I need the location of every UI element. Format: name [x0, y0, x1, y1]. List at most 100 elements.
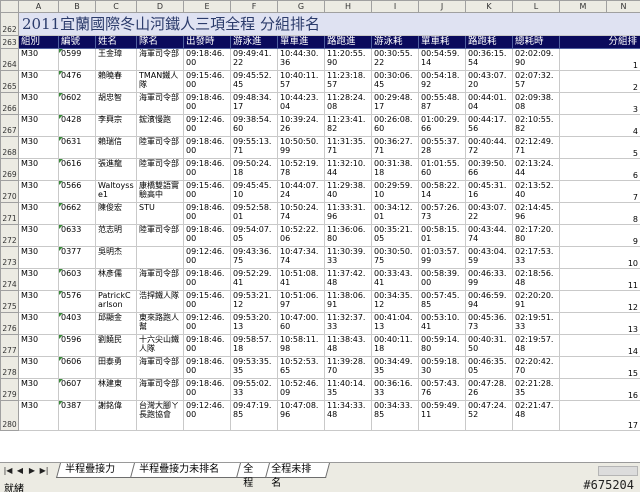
- table-cell[interactable]: 09:18:46.00: [183, 378, 231, 401]
- sheet-tab[interactable]: 半程疊接力未排名: [129, 463, 243, 478]
- table-cell[interactable]: 02:20:42.70: [512, 356, 560, 379]
- table-cell[interactable]: 15: [559, 356, 640, 379]
- table-cell[interactable]: 09:45:52.45: [230, 70, 278, 93]
- row-header[interactable]: 266: [0, 92, 19, 115]
- sheet-tab[interactable]: 半程疊接力: [55, 463, 137, 478]
- table-cell[interactable]: 02:02:09.90: [512, 48, 560, 71]
- table-cell[interactable]: 11:29:38.40: [324, 180, 372, 203]
- table-cell[interactable]: 10:47:00.60: [277, 312, 325, 335]
- table-cell[interactable]: 7: [559, 180, 640, 203]
- table-cell[interactable]: 09:53:35.35: [230, 356, 278, 379]
- table-cell[interactable]: 00:30:06.45: [371, 70, 419, 93]
- table-cell[interactable]: 01:03:57.99: [418, 246, 466, 269]
- row-header[interactable]: 271: [0, 202, 19, 225]
- table-cell[interactable]: M30: [18, 114, 59, 137]
- table-cell[interactable]: 10:52:19.78: [277, 158, 325, 181]
- table-cell[interactable]: 劉饒民: [95, 334, 137, 357]
- column-title-cell[interactable]: 出發時: [183, 35, 231, 49]
- table-cell[interactable]: 09:38:54.60: [230, 114, 278, 137]
- column-title-cell[interactable]: 路跑耗: [465, 35, 513, 49]
- table-cell[interactable]: 00:39:50.66: [465, 158, 513, 181]
- table-cell[interactable]: 00:45:31.16: [465, 180, 513, 203]
- table-cell[interactable]: 02:12:49.71: [512, 136, 560, 159]
- table-cell[interactable]: 02:20:20.91: [512, 290, 560, 313]
- table-cell[interactable]: 0566: [58, 180, 96, 203]
- table-cell[interactable]: 09:18:46.00: [183, 202, 231, 225]
- table-cell[interactable]: 10:50:50.99: [277, 136, 325, 159]
- table-cell[interactable]: 10:51:06.97: [277, 290, 325, 313]
- row-header[interactable]: 267: [0, 114, 19, 137]
- table-cell[interactable]: 00:59:14.80: [418, 334, 466, 357]
- column-title-cell[interactable]: 單車耗: [418, 35, 466, 49]
- table-cell[interactable]: 0599: [58, 48, 96, 71]
- table-cell[interactable]: 范志明: [95, 224, 137, 247]
- table-cell[interactable]: 11:38:06.91: [324, 290, 372, 313]
- table-cell[interactable]: 02:17:20.80: [512, 224, 560, 247]
- table-cell[interactable]: 00:54:18.92: [418, 70, 466, 93]
- table-cell[interactable]: 16: [559, 378, 640, 401]
- table-cell[interactable]: 邱顯金: [95, 312, 137, 335]
- table-cell[interactable]: TMAN鐵人隊: [136, 70, 184, 93]
- column-title-cell[interactable]: 隊名: [136, 35, 184, 49]
- table-cell[interactable]: 11:28:24.08: [324, 92, 372, 115]
- row-header[interactable]: 265: [0, 70, 19, 93]
- table-cell[interactable]: 海軍司令部: [136, 378, 184, 401]
- column-header-F[interactable]: F: [230, 0, 278, 13]
- table-cell[interactable]: 09:58:57.18: [230, 334, 278, 357]
- table-cell[interactable]: 陸軍司令部: [136, 158, 184, 181]
- column-header-M[interactable]: M: [559, 0, 607, 13]
- table-cell[interactable]: 00:57:43.76: [418, 378, 466, 401]
- table-cell[interactable]: 00:29:48.17: [371, 92, 419, 115]
- table-cell[interactable]: 00:55:48.87: [418, 92, 466, 115]
- table-cell[interactable]: 11:30:39.33: [324, 246, 372, 269]
- table-cell[interactable]: 13: [559, 312, 640, 335]
- table-cell[interactable]: M30: [18, 136, 59, 159]
- table-cell[interactable]: 01:00:29.66: [418, 114, 466, 137]
- prev-sheet-icon[interactable]: ◀: [15, 466, 25, 476]
- next-sheet-icon[interactable]: ▶: [27, 466, 37, 476]
- table-cell[interactable]: 09:18:46.00: [183, 334, 231, 357]
- row-header[interactable]: 268: [0, 136, 19, 159]
- table-cell[interactable]: 09:45:45.10: [230, 180, 278, 203]
- row-header[interactable]: 264: [0, 48, 19, 71]
- table-cell[interactable]: 陸軍司令部: [136, 224, 184, 247]
- table-cell[interactable]: 00:26:08.60: [371, 114, 419, 137]
- sheet-tab[interactable]: 全程未排名: [263, 463, 331, 489]
- table-cell[interactable]: 09:18:46.00: [183, 224, 231, 247]
- table-cell[interactable]: 10:50:24.74: [277, 202, 325, 225]
- table-cell[interactable]: 0377: [58, 246, 96, 269]
- table-cell[interactable]: 00:34:35.12: [371, 290, 419, 313]
- table-cell[interactable]: M30: [18, 246, 59, 269]
- table-cell[interactable]: 00:44:17.56: [465, 114, 513, 137]
- table-cell[interactable]: M30: [18, 400, 59, 431]
- column-header-I[interactable]: I: [371, 0, 419, 13]
- column-header-N[interactable]: N: [606, 0, 640, 13]
- table-cell[interactable]: 02:19:57.48: [512, 334, 560, 357]
- table-cell[interactable]: 00:47:24.52: [465, 400, 513, 431]
- table-cell[interactable]: 11:33:31.96: [324, 202, 372, 225]
- table-cell[interactable]: 張進龍: [95, 158, 137, 181]
- table-cell[interactable]: 09:48:34.17: [230, 92, 278, 115]
- table-cell[interactable]: PatrickCarlson: [95, 290, 137, 313]
- table-cell[interactable]: 09:15:46.00: [183, 290, 231, 313]
- table-cell[interactable]: 00:44:01.04: [465, 92, 513, 115]
- table-cell[interactable]: 11:34:33.48: [324, 400, 372, 431]
- column-title-cell[interactable]: 游泳耗: [371, 35, 419, 49]
- table-cell[interactable]: 09:53:21.12: [230, 290, 278, 313]
- table-cell[interactable]: 12: [559, 290, 640, 313]
- table-cell[interactable]: 10:44:07.24: [277, 180, 325, 203]
- column-header-A[interactable]: A: [18, 0, 59, 13]
- table-cell[interactable]: 00:58:39.00: [418, 268, 466, 291]
- table-cell[interactable]: 09:18:46.00: [183, 268, 231, 291]
- sheet-tab[interactable]: 全程: [235, 463, 271, 489]
- row-header[interactable]: 273: [0, 246, 19, 269]
- table-cell[interactable]: 鋐濱慢跑: [136, 114, 184, 137]
- table-cell[interactable]: 胡忠智: [95, 92, 137, 115]
- table-cell[interactable]: 8: [559, 202, 640, 225]
- table-cell[interactable]: 4: [559, 114, 640, 137]
- table-cell[interactable]: 00:54:59.14: [418, 48, 466, 71]
- column-title-cell[interactable]: 總耗時: [512, 35, 560, 49]
- table-cell[interactable]: 10:47:34.74: [277, 246, 325, 269]
- table-cell[interactable]: 0403: [58, 312, 96, 335]
- table-cell[interactable]: 09:18:46.00: [183, 92, 231, 115]
